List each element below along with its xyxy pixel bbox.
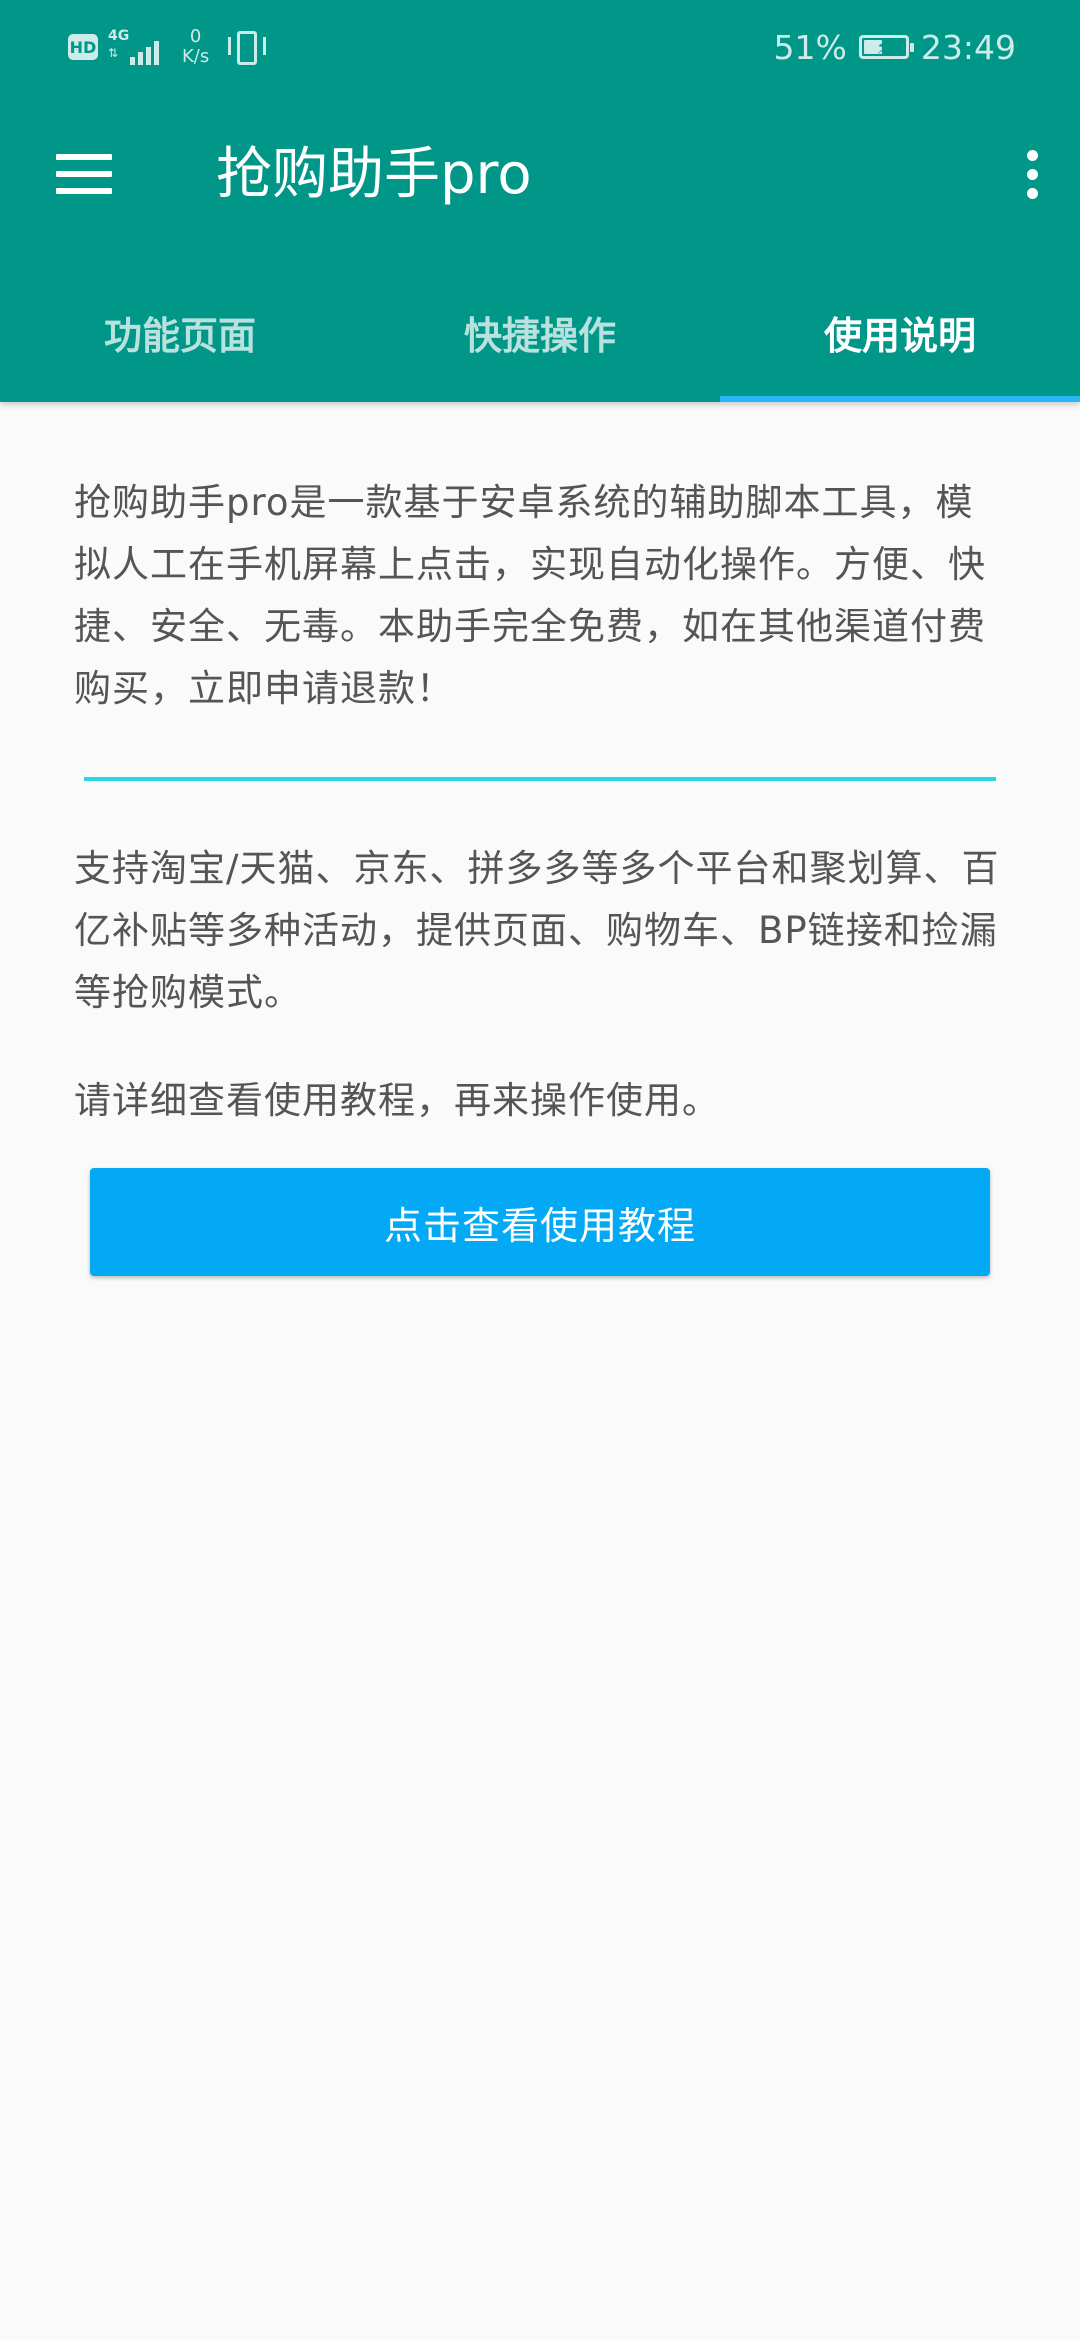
app-bar: HD 4G ⇅ 0 K/s 51% ⚡ 23:49 抢购助手pro 功能页面 快… (0, 0, 1080, 402)
intro-text: 抢购助手pro是一款基于安卓系统的辅助脚本工具，模拟人工在手机屏幕上点击，实现自… (74, 481, 986, 710)
tab-instructions-label: 使用说明 (823, 313, 976, 358)
tab-instructions[interactable]: 使用说明 (720, 270, 1080, 402)
clock: 23:49 (920, 27, 1016, 67)
network-type: 4G (108, 28, 130, 44)
notice-text: 请详细查看使用教程，再来操作使用。 (74, 1079, 720, 1122)
divider (84, 777, 996, 781)
more-vert-icon[interactable] (1004, 130, 1060, 218)
hd-icon: HD (68, 34, 98, 60)
tab-bar: 功能页面 快捷操作 使用说明 (0, 270, 1080, 402)
status-right: 51% ⚡ 23:49 (774, 22, 1016, 72)
charging-icon: ⚡ (875, 35, 890, 59)
data-arrows-icon: ⇅ (108, 46, 119, 60)
view-tutorial-button[interactable]: 点击查看使用教程 (90, 1168, 990, 1276)
hamburger-menu-icon[interactable] (40, 130, 128, 218)
platforms-text: 支持淘宝/天猫、京东、拼多多等多个平台和聚划算、百亿补贴等多种活动，提供页面、购… (74, 847, 1000, 1014)
vibrate-icon (223, 27, 269, 67)
speed-unit: K/s (182, 46, 210, 67)
tab-functions[interactable]: 功能页面 (0, 270, 360, 402)
tab-quick-actions[interactable]: 快捷操作 (360, 270, 720, 402)
signal-bars (130, 41, 159, 65)
status-left: HD 4G ⇅ 0 K/s (68, 22, 269, 72)
status-bar: HD 4G ⇅ 0 K/s 51% ⚡ 23:49 (0, 0, 1080, 90)
tab-indicator (720, 396, 1080, 402)
speed-value: 0 (189, 26, 202, 47)
battery-icon: ⚡ (858, 35, 914, 59)
network-speed: 0 K/s (182, 27, 209, 67)
battery-percent: 51% (773, 27, 847, 67)
signal-icon: 4G ⇅ (108, 27, 166, 67)
app-title: 抢购助手pro (216, 142, 532, 207)
